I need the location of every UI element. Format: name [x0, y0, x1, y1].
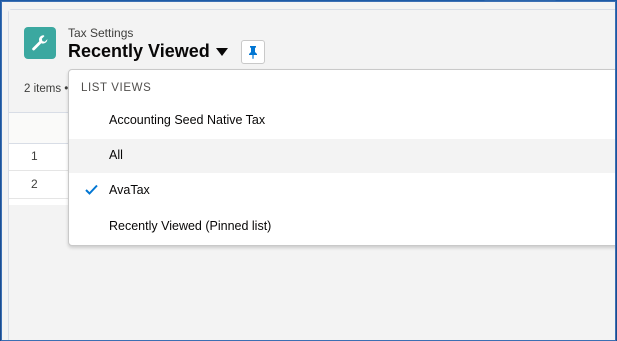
check-icon: [85, 184, 98, 195]
list-view-option-all[interactable]: All: [69, 139, 615, 173]
window-frame: Tax Settings Recently Viewed 2 items • 1…: [1, 1, 616, 341]
list-view-chevron-down-icon[interactable]: [216, 48, 228, 56]
option-label: Recently Viewed (Pinned list): [109, 219, 272, 233]
row-number: 2: [31, 177, 38, 191]
pin-icon: [249, 46, 257, 59]
object-label: Tax Settings: [68, 26, 134, 40]
row-number: 1: [31, 149, 38, 163]
list-views-dropdown: LIST VIEWS Accounting Seed Native Tax Al…: [68, 69, 615, 246]
option-label: AvaTax: [109, 183, 150, 197]
list-view-option-recently-viewed[interactable]: Recently Viewed (Pinned list): [69, 210, 615, 244]
list-view-title[interactable]: Recently Viewed: [68, 41, 210, 62]
list-views-heading: LIST VIEWS: [81, 82, 152, 94]
wrench-icon: [24, 27, 56, 59]
pin-list-button[interactable]: [241, 40, 265, 64]
option-label: Accounting Seed Native Tax: [109, 113, 266, 127]
option-label: All: [109, 148, 123, 162]
list-view-option-accounting-seed-native-tax[interactable]: Accounting Seed Native Tax: [69, 104, 615, 138]
item-count: 2 items •: [24, 83, 69, 95]
list-view-option-avatax[interactable]: AvaTax: [69, 174, 615, 208]
